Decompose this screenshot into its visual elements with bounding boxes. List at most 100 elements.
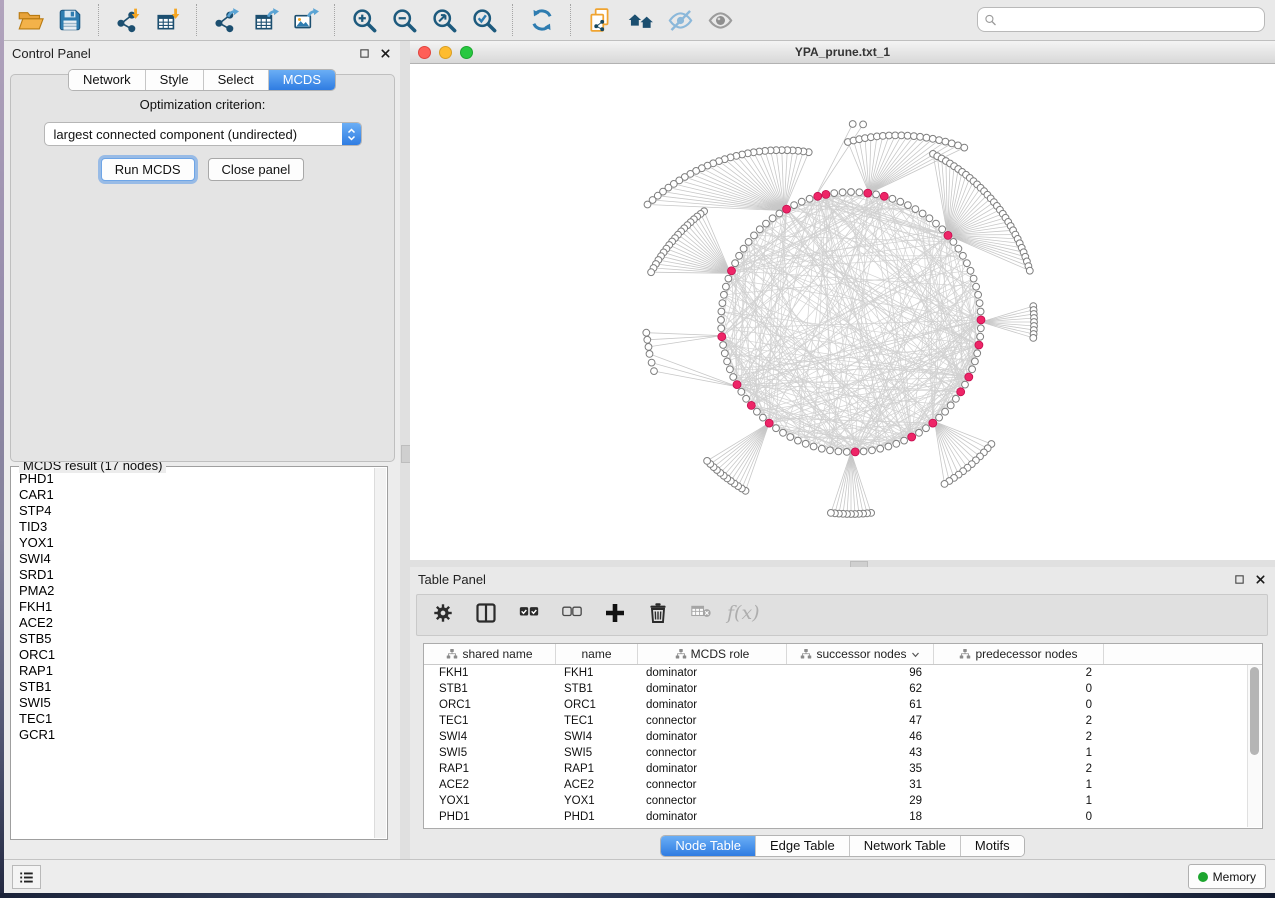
clone-network-icon	[587, 7, 613, 33]
close-window-icon[interactable]	[418, 46, 431, 59]
tab-style[interactable]: Style	[146, 70, 204, 90]
tab-motifs[interactable]: Motifs	[961, 836, 1024, 856]
toolbar-separator	[98, 4, 100, 36]
tab-select[interactable]: Select	[204, 70, 269, 90]
table-row[interactable]: FKH1FKH1dominator962	[424, 665, 1262, 681]
table-cell: STB1	[556, 683, 638, 695]
table-row[interactable]: ORC1ORC1dominator610	[424, 697, 1262, 713]
delete-button[interactable]	[645, 602, 671, 628]
show-columns-button[interactable]	[473, 602, 499, 628]
deselect-all-button[interactable]	[559, 602, 585, 628]
table-cell: dominator	[638, 763, 787, 775]
mcds-result-item[interactable]: PHD1	[19, 471, 375, 487]
column-header-shared-name[interactable]: shared name	[424, 644, 556, 664]
save-session-button[interactable]	[50, 3, 90, 37]
run-mcds-button[interactable]: Run MCDS	[101, 158, 195, 181]
criterion-dropdown[interactable]: largest connected component (undirected)	[44, 122, 362, 146]
table-row[interactable]: RAP1RAP1dominator352	[424, 761, 1262, 777]
column-header-name[interactable]: name	[556, 644, 638, 664]
import-network-button[interactable]	[108, 3, 148, 37]
table-cell: FKH1	[424, 667, 556, 679]
table-settings-button[interactable]	[430, 602, 456, 628]
mcds-result-item[interactable]: ORC1	[19, 647, 375, 663]
zoom-fit-button[interactable]	[424, 3, 464, 37]
zoom-window-icon[interactable]	[460, 46, 473, 59]
task-history-button[interactable]	[12, 865, 41, 889]
memory-button[interactable]: Memory	[1188, 864, 1266, 889]
mcds-result-item[interactable]: CAR1	[19, 487, 375, 503]
float-panel-icon[interactable]	[358, 47, 371, 60]
scrollbar-thumb[interactable]	[1250, 667, 1259, 755]
mcds-result-item[interactable]: TEC1	[19, 711, 375, 727]
minimize-window-icon[interactable]	[439, 46, 452, 59]
tab-node-table[interactable]: Node Table	[661, 836, 756, 856]
table-cell: ORC1	[424, 699, 556, 711]
mcds-result-item[interactable]: ACE2	[19, 615, 375, 631]
tree-icon	[800, 648, 812, 660]
float-panel-icon[interactable]	[1233, 573, 1246, 586]
tab-network-table[interactable]: Network Table	[850, 836, 961, 856]
svg-text:f(x): f(x)	[725, 602, 760, 624]
table-cell: connector	[638, 795, 787, 807]
table-cell: PHD1	[424, 811, 556, 823]
table-row[interactable]: TEC1TEC1connector472	[424, 713, 1262, 729]
search-icon	[984, 13, 997, 26]
tab-mcds[interactable]: MCDS	[269, 70, 335, 90]
tree-icon	[446, 648, 458, 660]
mcds-result-item[interactable]: STB1	[19, 679, 375, 695]
close-panel-icon[interactable]	[379, 47, 392, 60]
clone-network-button[interactable]	[580, 3, 620, 37]
vertical-splitter[interactable]	[400, 41, 410, 860]
export-network-button[interactable]	[206, 3, 246, 37]
export-table-button[interactable]	[246, 3, 286, 37]
close-panel-button[interactable]: Close panel	[208, 158, 305, 181]
open-file-button[interactable]	[10, 3, 50, 37]
mcds-result-item[interactable]: SWI4	[19, 551, 375, 567]
mcds-result-item[interactable]: YOX1	[19, 535, 375, 551]
mcds-result-item[interactable]: GCR1	[19, 727, 375, 743]
mcds-result-item[interactable]: TID3	[19, 519, 375, 535]
mcds-result-item[interactable]: FKH1	[19, 599, 375, 615]
add-button[interactable]	[602, 602, 628, 628]
mcds-result-item[interactable]: STB5	[19, 631, 375, 647]
column-header-predecessor-nodes[interactable]: predecessor nodes	[934, 644, 1104, 664]
column-header-MCDS-role[interactable]: MCDS role	[638, 644, 787, 664]
first-neighbors-button[interactable]	[620, 3, 660, 37]
horizontal-splitter[interactable]	[410, 560, 1275, 567]
network-graph-canvas[interactable]	[410, 63, 1275, 560]
export-image-button[interactable]	[286, 3, 326, 37]
tab-network[interactable]: Network	[69, 70, 146, 90]
tab-edge-table[interactable]: Edge Table	[756, 836, 850, 856]
search-input[interactable]	[977, 7, 1265, 32]
zoom-out-button[interactable]	[384, 3, 424, 37]
mcds-result-item[interactable]: SWI5	[19, 695, 375, 711]
table-row[interactable]: ACE2ACE2connector311	[424, 777, 1262, 793]
table-row[interactable]: YOX1YOX1connector291	[424, 793, 1262, 809]
table-cell: SWI4	[424, 731, 556, 743]
mcds-result-item[interactable]: PMA2	[19, 583, 375, 599]
table-cell: SWI5	[556, 747, 638, 759]
network-window-titlebar[interactable]: YPA_prune.txt_1	[410, 41, 1275, 64]
refresh-button[interactable]	[522, 3, 562, 37]
table-row[interactable]: SWI4SWI4dominator462	[424, 729, 1262, 745]
table-row[interactable]: STB1STB1dominator620	[424, 681, 1262, 697]
mcds-result-item[interactable]: STP4	[19, 503, 375, 519]
mcds-result-item[interactable]: SRD1	[19, 567, 375, 583]
node-table-scrollbar[interactable]	[1247, 665, 1261, 827]
node-table-header: shared namenameMCDS rolesuccessor nodesp…	[424, 644, 1262, 665]
close-panel-icon[interactable]	[1254, 573, 1267, 586]
zoom-selected-button[interactable]	[464, 3, 504, 37]
mcds-result-item[interactable]: RAP1	[19, 663, 375, 679]
mcds-result-scrollbar[interactable]	[374, 468, 386, 838]
zoom-in-button[interactable]	[344, 3, 384, 37]
column-header-successor-nodes[interactable]: successor nodes	[787, 644, 934, 664]
table-cell: connector	[638, 715, 787, 727]
select-all-button[interactable]	[516, 602, 542, 628]
table-row[interactable]: SWI5SWI5connector431	[424, 745, 1262, 761]
import-table-button[interactable]	[148, 3, 188, 37]
search-field[interactable]	[1002, 12, 1258, 28]
table-row[interactable]: PHD1PHD1dominator180	[424, 809, 1262, 825]
hide-selected-button[interactable]	[660, 3, 700, 37]
mcds-result-list[interactable]: PHD1CAR1STP4TID3YOX1SWI4SRD1PMA2FKH1ACE2…	[12, 468, 375, 838]
show-all-button[interactable]	[700, 3, 740, 37]
